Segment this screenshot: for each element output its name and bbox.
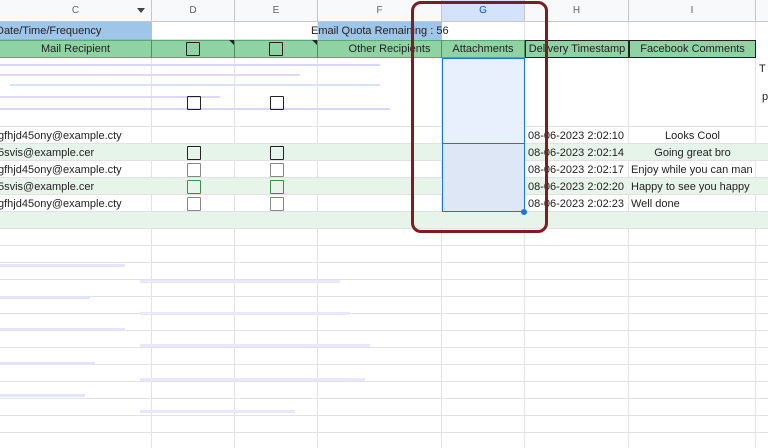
comment-text: Well done	[631, 197, 680, 210]
row-checkbox[interactable]	[187, 180, 201, 194]
row-checkbox[interactable]	[270, 180, 284, 194]
ghost-artifact-lower	[0, 258, 380, 423]
header-checkbox[interactable]	[186, 42, 200, 56]
email-cell[interactable]: 5svis@example.cer	[0, 144, 94, 161]
header-cell-de[interactable]	[152, 22, 318, 40]
column-letter: E	[272, 5, 280, 16]
comment-cell[interactable]: Happy to see you happy	[631, 178, 750, 195]
row-checkbox[interactable]	[187, 146, 201, 160]
table-row[interactable]: gfhjd45ony@example.cty 08-06-2023 2:02:2…	[0, 195, 768, 212]
grid-line	[628, 22, 629, 448]
row-checkbox[interactable]	[187, 197, 201, 211]
checkbox-box	[187, 180, 201, 194]
edge-text-p: p	[762, 90, 768, 104]
header-cell-d[interactable]	[152, 40, 235, 58]
edge-label: T	[759, 63, 766, 75]
grid-line	[0, 228, 768, 229]
email-cell[interactable]: gfhjd45ony@example.cty	[0, 195, 122, 212]
row-checkbox[interactable]	[270, 146, 284, 160]
checkbox-box	[270, 96, 284, 110]
table-row[interactable]: 5svis@example.cer 08-06-2023 2:02:20 Hap…	[0, 178, 768, 195]
comment-cell[interactable]: Well done	[631, 195, 680, 212]
comment-cell[interactable]: Looks Cool	[629, 127, 756, 144]
row-checkbox[interactable]	[187, 163, 201, 177]
comment-text: Enjoy while you can man	[631, 163, 753, 176]
row-checkbox[interactable]	[270, 96, 284, 110]
mail-recipient-header[interactable]: Mail Recipient	[0, 40, 152, 58]
header-cell-e[interactable]	[235, 40, 318, 58]
column-header-i[interactable]: I	[629, 0, 756, 22]
comment-cell[interactable]: Enjoy while you can man	[631, 161, 753, 178]
row-stripe	[0, 212, 768, 228]
email-cell[interactable]: 5svis@example.cer	[0, 178, 94, 195]
email-cell[interactable]: gfhjd45ony@example.cty	[0, 127, 122, 144]
header-label: Facebook Comments	[640, 43, 745, 55]
row-checkbox[interactable]	[270, 197, 284, 211]
column-header-next[interactable]	[756, 0, 768, 22]
column-letter: I	[690, 5, 694, 16]
checkbox-box	[270, 146, 284, 160]
email-text: gfhjd45ony@example.cty	[0, 197, 122, 210]
header-checkbox[interactable]	[269, 42, 283, 56]
header-label: Date/Time/Frequency	[0, 24, 102, 37]
table-row[interactable]: gfhjd45ony@example.cty 08-06-2023 2:02:1…	[0, 127, 768, 144]
date-time-frequency-header[interactable]: Date/Time/Frequency	[0, 22, 152, 40]
grid-line	[755, 22, 756, 448]
email-text: 5svis@example.cer	[0, 180, 95, 193]
email-text: gfhjd45ony@example.cty	[0, 163, 122, 176]
checkbox-box	[270, 163, 284, 177]
filter-dropdown-icon[interactable]	[137, 8, 145, 13]
column-header-e[interactable]: E	[235, 0, 318, 22]
grid-line	[0, 432, 768, 433]
email-text: gfhjd45ony@example.cty	[0, 129, 122, 142]
checkbox-box	[187, 163, 201, 177]
table-row[interactable]: 5svis@example.cer 08-06-2023 2:02:14 Goi…	[0, 144, 768, 161]
comment-cell[interactable]: Going great bro	[629, 144, 756, 161]
column-header-d[interactable]: D	[152, 0, 235, 22]
email-text: 5svis@example.cer	[0, 146, 95, 159]
checkbox-box	[187, 197, 201, 211]
note-indicator-icon	[229, 40, 234, 45]
checkbox-box	[187, 96, 201, 110]
checkbox-box	[270, 180, 284, 194]
comment-text: Looks Cool	[664, 129, 721, 142]
comment-text: Going great bro	[654, 146, 731, 159]
note-indicator-icon	[312, 40, 317, 45]
row-checkbox[interactable]	[187, 96, 201, 110]
grid-line	[0, 245, 768, 246]
facebook-comments-header[interactable]: Facebook Comments	[629, 40, 756, 58]
checkbox-box	[187, 146, 201, 160]
email-cell[interactable]: gfhjd45ony@example.cty	[0, 161, 122, 178]
comment-text: Happy to see you happy	[631, 180, 750, 193]
edge-text-t: T	[759, 62, 766, 76]
column-letter: C	[71, 5, 80, 16]
edge-label: p	[762, 91, 768, 103]
annotation-highlight	[411, 1, 548, 233]
header-label: Mail Recipient	[40, 43, 111, 55]
column-letter: F	[376, 5, 383, 16]
row-checkbox[interactable]	[270, 163, 284, 177]
column-letter: H	[572, 5, 581, 16]
column-header-c[interactable]: C	[0, 0, 152, 22]
ghost-artifact-area	[0, 60, 390, 122]
table-row[interactable]: gfhjd45ony@example.cty 08-06-2023 2:02:1…	[0, 161, 768, 178]
column-letter: D	[189, 5, 197, 16]
checkbox-box	[270, 197, 284, 211]
